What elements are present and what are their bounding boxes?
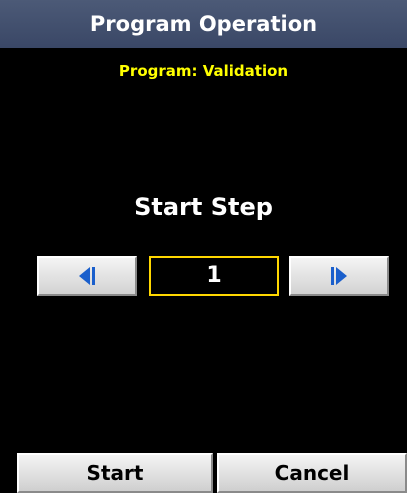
- start-step-value[interactable]: 1: [149, 256, 279, 296]
- start-button[interactable]: Start: [17, 453, 213, 493]
- page-title: Program Operation: [0, 0, 407, 48]
- program-operation-screen: Program Operation Program: Validation St…: [0, 0, 407, 493]
- start-step-heading: Start Step: [134, 193, 273, 221]
- previous-step-button[interactable]: [37, 256, 137, 296]
- step-forward-icon: [331, 267, 347, 285]
- next-step-button[interactable]: [289, 256, 389, 296]
- cancel-button[interactable]: Cancel: [217, 453, 407, 493]
- program-name-label: Program: Validation: [118, 62, 289, 80]
- step-back-icon: [79, 267, 95, 285]
